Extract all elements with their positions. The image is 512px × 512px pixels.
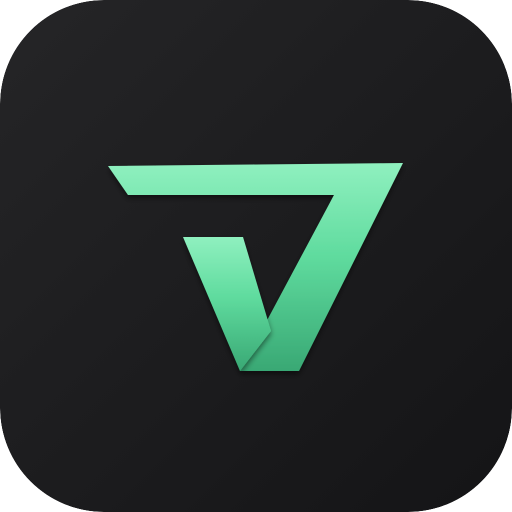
v-logo-icon [108, 163, 403, 371]
app-icon[interactable] [0, 0, 512, 512]
